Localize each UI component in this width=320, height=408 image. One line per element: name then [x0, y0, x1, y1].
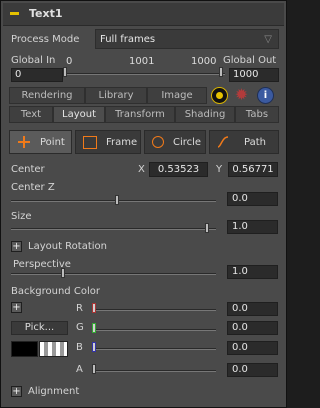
size-handle[interactable]: [205, 223, 209, 233]
perspective-handle[interactable]: [61, 268, 65, 278]
tool-title: Text1: [29, 7, 63, 20]
color-g-label: G: [76, 322, 84, 333]
global-in-label: Global In: [11, 55, 56, 66]
center-z-label: Center Z: [11, 182, 55, 193]
color-g-field[interactable]: 0.0: [227, 321, 278, 335]
center-z-handle[interactable]: [115, 195, 119, 205]
center-z-track[interactable]: [11, 200, 216, 202]
tab-shading[interactable]: Shading: [175, 106, 235, 123]
center-x-field[interactable]: 0.53523: [149, 162, 208, 177]
layout-rotation-label[interactable]: Layout Rotation: [28, 241, 107, 252]
layout-point-label: Point: [40, 137, 65, 148]
info-icon[interactable]: i: [257, 87, 274, 104]
process-mode-select[interactable]: Full frames ▽: [95, 29, 279, 49]
color-b-track[interactable]: [93, 348, 216, 350]
color-r-track[interactable]: [93, 309, 216, 311]
layout-point-button[interactable]: Point: [9, 130, 72, 154]
layout-circle-button[interactable]: Circle: [144, 130, 206, 154]
range-right-label: 1000: [191, 56, 217, 67]
color-b-handle[interactable]: [92, 342, 96, 352]
frame-icon: [83, 136, 97, 149]
color-b-label: B: [76, 342, 83, 353]
pick-button[interactable]: Pick...: [11, 321, 68, 335]
color-r-handle[interactable]: [92, 303, 96, 313]
perspective-field[interactable]: 1.0: [227, 265, 278, 279]
color-a-label: A: [76, 364, 83, 375]
global-range-end-handle[interactable]: [219, 67, 223, 77]
color-swatch[interactable]: [11, 341, 38, 357]
circle-icon: [152, 136, 164, 148]
tool-panel: Text1 Process Mode Full frames ▽ Global …: [0, 0, 287, 408]
expand-plus-icon[interactable]: +: [11, 241, 22, 252]
color-r-field[interactable]: 0.0: [227, 302, 278, 316]
color-a-field[interactable]: 0.0: [227, 363, 278, 377]
perspective-track[interactable]: [11, 273, 216, 275]
color-g-track[interactable]: [93, 329, 216, 331]
global-out-label: Global Out: [223, 55, 277, 66]
layout-frame-button[interactable]: Frame: [75, 130, 141, 154]
tab-image[interactable]: Image: [147, 87, 207, 104]
process-mode-value: Full frames: [100, 34, 156, 45]
layout-path-label: Path: [244, 137, 266, 148]
tab-text[interactable]: Text: [9, 106, 53, 123]
range-left-label: 0: [66, 56, 73, 67]
center-x-label: X: [138, 164, 145, 175]
tab-tabs[interactable]: Tabs: [235, 106, 279, 123]
global-range-track[interactable]: [65, 73, 225, 75]
alignment-label[interactable]: Alignment: [28, 386, 79, 397]
color-b-field[interactable]: 0.0: [227, 341, 278, 355]
center-label: Center: [11, 164, 45, 175]
process-mode-label: Process Mode: [11, 34, 80, 45]
alpha-swatch[interactable]: [39, 341, 68, 357]
tab-library[interactable]: Library: [85, 87, 147, 104]
gear-icon[interactable]: ✹: [233, 87, 250, 104]
tab-rendering[interactable]: Rendering: [9, 87, 85, 104]
color-r-label: R: [76, 303, 83, 314]
dropdown-arrow-icon: ▽: [264, 34, 272, 45]
layout-frame-label: Frame: [106, 137, 138, 148]
color-a-handle[interactable]: [92, 364, 96, 374]
layout-path-button[interactable]: Path: [209, 130, 279, 154]
expand-plus-icon[interactable]: +: [11, 386, 22, 397]
center-y-label: Y: [216, 164, 223, 175]
center-y-field[interactable]: 0.56771: [228, 162, 278, 177]
tool-header[interactable]: Text1: [3, 3, 284, 26]
global-out-field[interactable]: 1000: [229, 68, 279, 82]
size-field[interactable]: 1.0: [227, 220, 278, 234]
tab-layout[interactable]: Layout: [53, 106, 105, 123]
size-track[interactable]: [11, 228, 216, 230]
path-icon: [217, 136, 229, 148]
size-label: Size: [11, 211, 32, 222]
layout-circle-label: Circle: [173, 137, 202, 148]
color-g-handle[interactable]: [92, 323, 96, 333]
range-mid-label: 1001: [129, 56, 155, 67]
collapse-bar-icon[interactable]: [10, 12, 19, 15]
global-in-field[interactable]: 0: [11, 68, 63, 82]
background-color-label: Background Color: [11, 286, 100, 297]
color-a-track[interactable]: [93, 370, 216, 372]
tab-transform[interactable]: Transform: [105, 106, 175, 123]
global-range-start-handle[interactable]: [63, 67, 67, 77]
center-z-field[interactable]: 0.0: [227, 192, 278, 206]
radiation-icon[interactable]: [211, 87, 228, 104]
expand-plus-icon[interactable]: +: [11, 302, 22, 313]
point-icon: [18, 136, 30, 148]
